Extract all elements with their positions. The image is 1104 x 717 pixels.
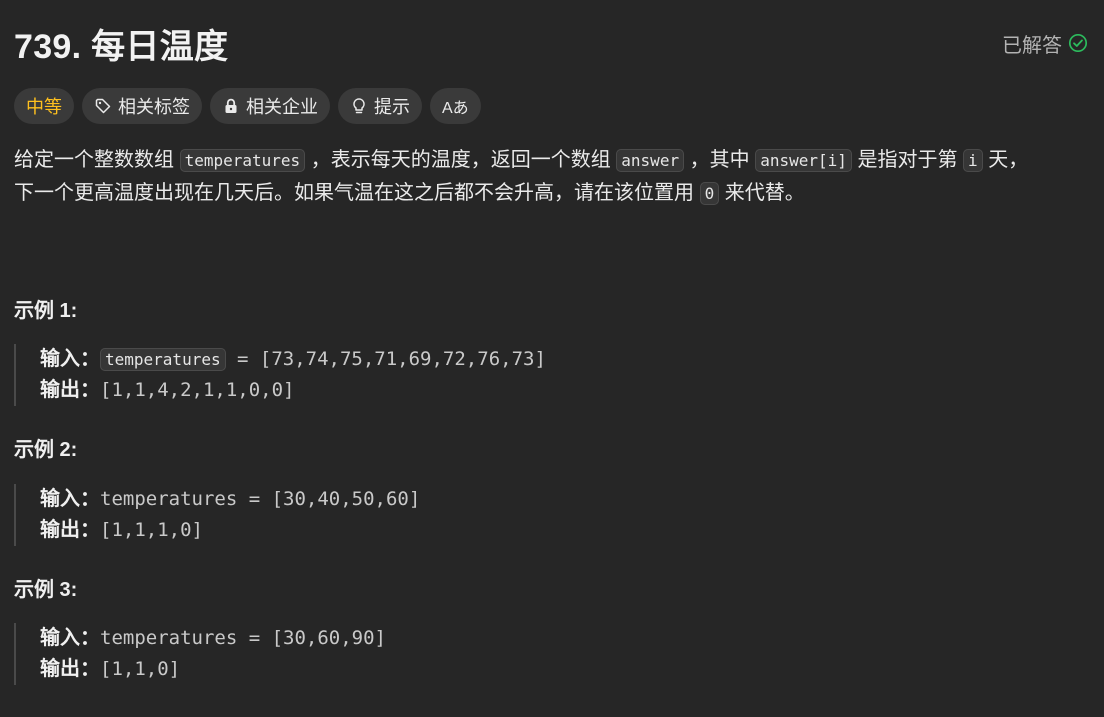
- input-value: temperatures = [30,40,50,60]: [100, 488, 421, 510]
- inline-code-temperatures: temperatures: [179, 149, 306, 172]
- example-3-title: 示例 3:: [14, 579, 78, 601]
- example-3-output: 输出：[1,1,0]: [40, 654, 386, 685]
- related-tags-button[interactable]: 相关标签: [82, 88, 202, 124]
- example-3-block: 输入：temperatures = [30,60,90] 输出：[1,1,0]: [14, 623, 386, 685]
- solved-status[interactable]: 已解答: [1002, 29, 1088, 58]
- related-companies-label: 相关企业: [246, 97, 318, 117]
- example-1-output: 输出：[1,1,4,2,1,1,0,0]: [40, 375, 546, 406]
- inline-code-temperatures: temperatures: [100, 348, 226, 371]
- tag-row: 中等 相关标签 相关企业 提示 Aあ: [14, 86, 1090, 126]
- hints-label: 提示: [374, 97, 410, 117]
- output-label: 输出：: [40, 519, 100, 541]
- output-value: [1,1,4,2,1,1,0,0]: [100, 379, 295, 401]
- translate-button[interactable]: Aあ: [430, 88, 481, 124]
- example-2-block: 输入：temperatures = [30,40,50,60] 输出：[1,1,…: [14, 484, 420, 546]
- hints-button[interactable]: 提示: [338, 88, 422, 124]
- example-1-input: 输入： temperatures = [73,74,75,71,69,72,76,…: [40, 344, 546, 375]
- example-2-input: 输入：temperatures = [30,40,50,60]: [40, 484, 420, 515]
- lock-icon: [222, 97, 240, 115]
- statement-text: 给定一个整数数组: [14, 149, 180, 171]
- example-1-title: 示例 1:: [14, 300, 78, 322]
- input-value: = [73,74,75,71,69,72,76,73]: [225, 348, 546, 370]
- related-tags-label: 相关标签: [118, 97, 190, 117]
- solved-label: 已解答: [1002, 34, 1062, 57]
- inline-code-zero: 0: [699, 182, 720, 205]
- example-1-block: 输入： temperatures = [73,74,75,71,69,72,76,…: [14, 344, 546, 406]
- output-label: 输出：: [40, 379, 100, 401]
- output-value: [1,1,0]: [100, 658, 181, 680]
- inline-code-answer: answer: [616, 149, 685, 172]
- title-row: 739. 每日温度 已解答: [14, 0, 1090, 86]
- statement-line-2: 下一个更高温度出现在几天后。如果气温在这之后都不会升高，请在该位置用 0 来代替…: [14, 177, 1090, 210]
- input-value: temperatures = [30,60,90]: [100, 627, 386, 649]
- input-label: 输入：: [40, 348, 100, 370]
- input-label: 输入：: [40, 488, 100, 510]
- problem-description-panel: 739. 每日温度 已解答 中等 相关标签 相关企业 提示 Aあ 给定一个整数数…: [0, 0, 1104, 717]
- problem-statement: 给定一个整数数组 temperatures ，表示每天的温度，返回一个数组 an…: [14, 144, 1090, 210]
- inline-code-answer-i: answer[i]: [755, 149, 852, 172]
- output-label: 输出：: [40, 658, 100, 680]
- difficulty-label: 中等: [26, 97, 62, 117]
- statement-text: 是指对于第: [851, 149, 964, 171]
- related-companies-button[interactable]: 相关企业: [210, 88, 330, 124]
- example-2-title: 示例 2:: [14, 439, 78, 461]
- check-circle-icon: [1068, 33, 1088, 53]
- translate-icon: Aあ: [442, 100, 469, 117]
- difficulty-badge[interactable]: 中等: [14, 88, 74, 124]
- statement-text: 下一个更高温度出现在几天后。如果气温在这之后都不会升高，请在该位置用: [14, 182, 700, 204]
- statement-line-1: 给定一个整数数组 temperatures ，表示每天的温度，返回一个数组 an…: [14, 144, 1090, 177]
- lightbulb-icon: [350, 97, 368, 115]
- statement-text: 来代替。: [719, 182, 805, 204]
- statement-text: ，其中: [684, 149, 756, 171]
- example-3-input: 输入：temperatures = [30,60,90]: [40, 623, 386, 654]
- problem-title[interactable]: 739. 每日温度: [14, 19, 228, 68]
- input-label: 输入：: [40, 627, 100, 649]
- output-value: [1,1,1,0]: [100, 519, 203, 541]
- statement-text: 天，: [982, 149, 1029, 171]
- example-2-output: 输出：[1,1,1,0]: [40, 515, 420, 546]
- tag-icon: [94, 97, 112, 115]
- inline-code-i: i: [963, 149, 983, 172]
- statement-text: ，表示每天的温度，返回一个数组: [305, 149, 617, 171]
